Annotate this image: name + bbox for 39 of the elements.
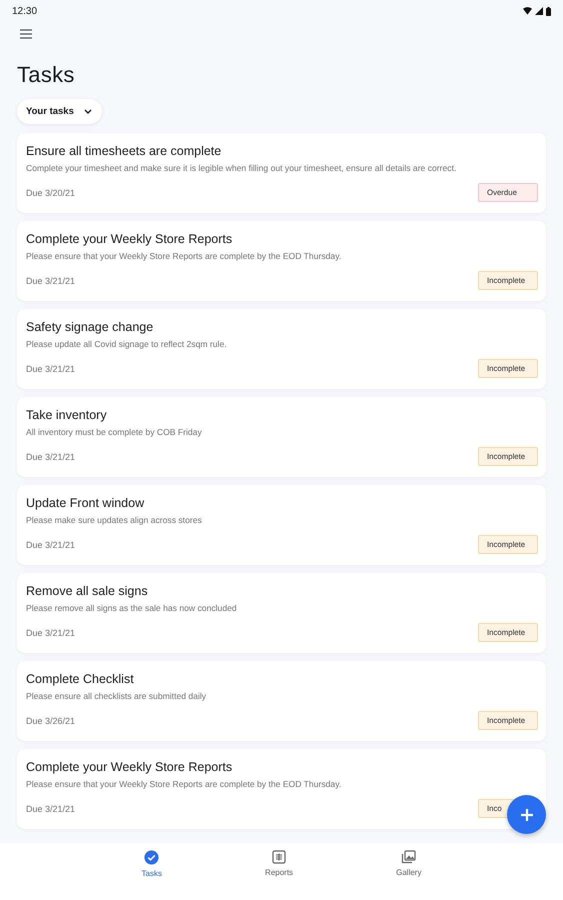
check-circle-icon bbox=[144, 850, 160, 865]
task-description: All inventory must be complete by COB Friday bbox=[26, 427, 203, 438]
chevron-down-icon bbox=[84, 109, 92, 114]
page-title: Tasks bbox=[17, 62, 76, 88]
task-title: Safety signage change bbox=[26, 319, 154, 335]
signal-icon bbox=[535, 7, 543, 15]
battery-icon bbox=[546, 6, 551, 16]
due-date: Due 3/21/21 bbox=[26, 364, 76, 374]
wifi-icon bbox=[523, 7, 532, 15]
task-description: Please make sure updates align across stores bbox=[26, 515, 203, 526]
task-filter-dropdown[interactable]: Your tasks bbox=[17, 99, 102, 124]
task-description: Complete your timesheet and make sure it is legible when filling out your timesheet, ensure all details are correct. bbox=[26, 163, 458, 174]
task-description: Please ensure that your Weekly Store Reports are complete by the EOD Thursday. bbox=[26, 779, 342, 790]
task-description: Please ensure all checklists are submitted daily bbox=[26, 691, 208, 702]
gallery-icon bbox=[401, 850, 416, 864]
due-date: Due 3/21/21 bbox=[26, 540, 76, 550]
task-description: Please update all Covid signage to reflect 2sqm rule. bbox=[26, 339, 228, 350]
task-title: Update Front window bbox=[26, 495, 146, 511]
plus-icon bbox=[520, 808, 534, 822]
task-description: Please ensure that your Weekly Store Reports are complete by the EOD Thursday. bbox=[26, 251, 342, 262]
clock-time: 12:30 bbox=[12, 6, 38, 16]
menu-icon[interactable] bbox=[19, 28, 33, 40]
due-date: Due 3/20/21 bbox=[26, 188, 76, 198]
document-icon bbox=[272, 850, 286, 864]
due-date: Due 3/21/21 bbox=[26, 452, 76, 462]
task-title: Complete Checklist bbox=[26, 671, 135, 687]
task-title: Remove all sale signs bbox=[26, 583, 149, 599]
due-date: Due 3/21/21 bbox=[26, 804, 76, 814]
nav-tab[interactable]: Gallery bbox=[390, 843, 428, 900]
nav-tab[interactable]: Tasks bbox=[136, 843, 168, 900]
due-date: Due 3/21/21 bbox=[26, 628, 76, 638]
nav-tab[interactable]: Reports bbox=[259, 843, 300, 900]
task-description: Please remove all signs as the sale has now concluded bbox=[26, 603, 238, 614]
due-date: Due 3/21/21 bbox=[26, 276, 76, 286]
task-title: Complete your Weekly Store Reports bbox=[26, 231, 234, 247]
task-title: Ensure all timesheets are complete bbox=[26, 143, 222, 159]
task-title: Complete your Weekly Store Reports bbox=[26, 759, 234, 775]
due-date: Due 3/26/21 bbox=[26, 716, 76, 726]
task-title: Take inventory bbox=[26, 407, 108, 423]
